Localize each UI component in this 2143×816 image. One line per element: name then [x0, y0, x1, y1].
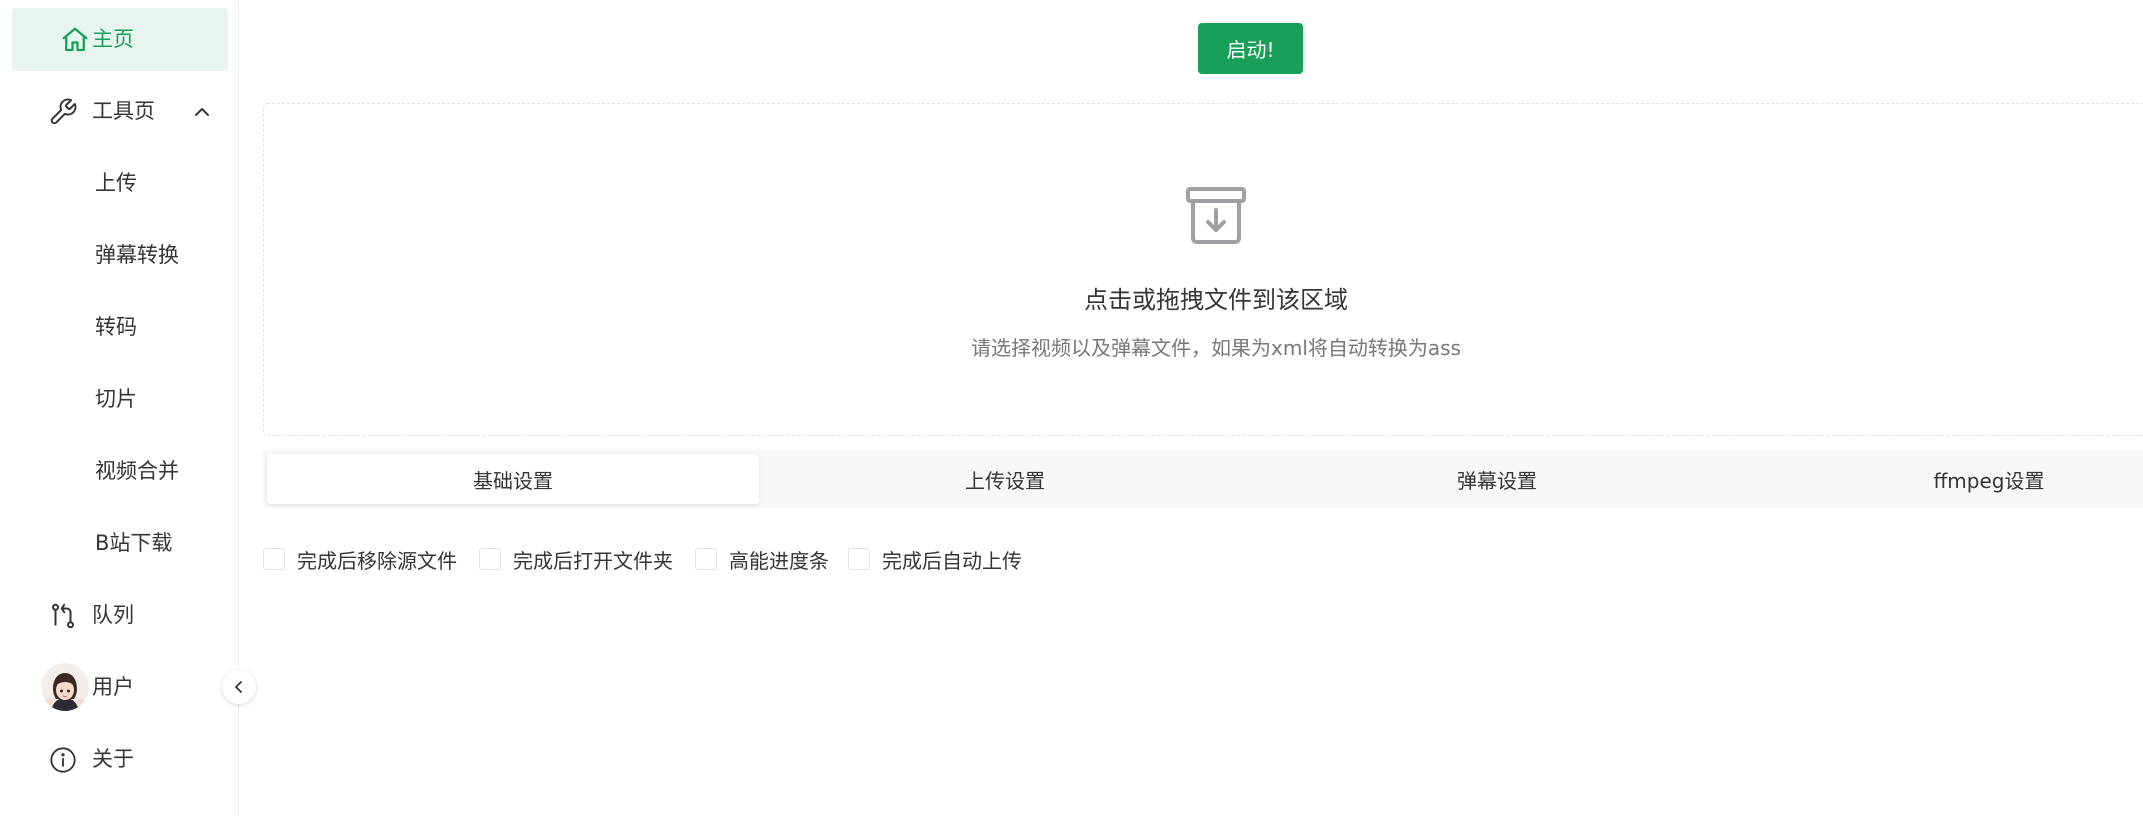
tab-danmaku-settings[interactable]: 弹幕设置: [1251, 454, 1743, 504]
sidebar-item-label: 上传: [95, 171, 137, 195]
tab-upload-settings[interactable]: 上传设置: [759, 454, 1251, 504]
sidebar-item-slice[interactable]: 切片: [12, 368, 228, 431]
file-upload-dropzone[interactable]: 点击或拖拽文件到该区域 请选择视频以及弹幕文件，如果为xml将自动转换为ass: [263, 103, 2143, 436]
sidebar-item-label: 队列: [92, 603, 134, 627]
sidebar-item-home[interactable]: 主页: [12, 8, 228, 71]
sidebar-item-video-merge[interactable]: 视频合并: [12, 440, 228, 503]
home-icon: [60, 25, 90, 55]
checkbox-label: 完成后移除源文件: [297, 548, 457, 573]
chevron-left-icon: [235, 681, 242, 693]
chevron-up-icon: [192, 102, 212, 122]
checkbox-label: 高能进度条: [729, 548, 829, 573]
dropzone-hint: 请选择视频以及弹幕文件，如果为xml将自动转换为ass: [971, 336, 1461, 360]
checkbox-open-folder[interactable]: 完成后打开文件夹: [479, 544, 673, 574]
checkbox-highlight-progress[interactable]: 高能进度条: [695, 544, 829, 574]
start-button[interactable]: 启动!: [1198, 23, 1303, 74]
sidebar-item-bilibili-download[interactable]: B站下载: [12, 512, 228, 575]
sidebar-item-danmaku-convert[interactable]: 弹幕转换: [12, 224, 228, 287]
sidebar-item-upload[interactable]: 上传: [12, 152, 228, 215]
sidebar-item-label: 用户: [92, 675, 134, 699]
sidebar-item-label: 关于: [92, 747, 134, 771]
checkbox-box[interactable]: [695, 548, 717, 570]
sidebar-item-label: 切片: [95, 387, 137, 411]
info-icon: [48, 745, 78, 775]
checkbox-box[interactable]: [479, 548, 501, 570]
checkbox-box[interactable]: [848, 548, 870, 570]
sidebar-item-transcode[interactable]: 转码: [12, 296, 228, 359]
sidebar-collapse-button[interactable]: [222, 670, 256, 704]
sidebar-item-label: 弹幕转换: [95, 243, 179, 267]
dropzone-title: 点击或拖拽文件到该区域: [1084, 286, 1348, 314]
checkbox-auto-upload[interactable]: 完成后自动上传: [848, 544, 1022, 574]
sidebar-item-about[interactable]: 关于: [12, 728, 228, 791]
sidebar-item-label: 主页: [92, 27, 134, 51]
sidebar: 主页 工具页 上传 弹幕转换 转码 切片 视频合并 B站下载 队列 用户 关于: [0, 0, 239, 816]
sidebar-item-queue[interactable]: 队列: [12, 584, 228, 647]
settings-tabs: 基础设置 上传设置 弹幕设置 ffmpeg设置: [263, 450, 2143, 508]
sidebar-item-label: 工具页: [92, 99, 155, 123]
git-compare-icon: [48, 601, 78, 631]
sidebar-item-label: 转码: [95, 315, 137, 339]
checkbox-remove-source[interactable]: 完成后移除源文件: [263, 544, 457, 574]
avatar: [41, 663, 89, 711]
sidebar-item-tools[interactable]: 工具页: [12, 80, 228, 143]
tab-ffmpeg-settings[interactable]: ffmpeg设置: [1743, 454, 2143, 504]
checkbox-label: 完成后自动上传: [882, 548, 1022, 573]
checkbox-box[interactable]: [263, 548, 285, 570]
tab-basic-settings[interactable]: 基础设置: [267, 454, 759, 504]
sidebar-item-user[interactable]: 用户: [12, 656, 228, 719]
archive-download-icon: [1184, 184, 1248, 248]
checkbox-label: 完成后打开文件夹: [513, 548, 673, 573]
wrench-icon: [48, 97, 78, 127]
sidebar-item-label: B站下载: [95, 531, 173, 555]
sidebar-item-label: 视频合并: [95, 459, 179, 483]
